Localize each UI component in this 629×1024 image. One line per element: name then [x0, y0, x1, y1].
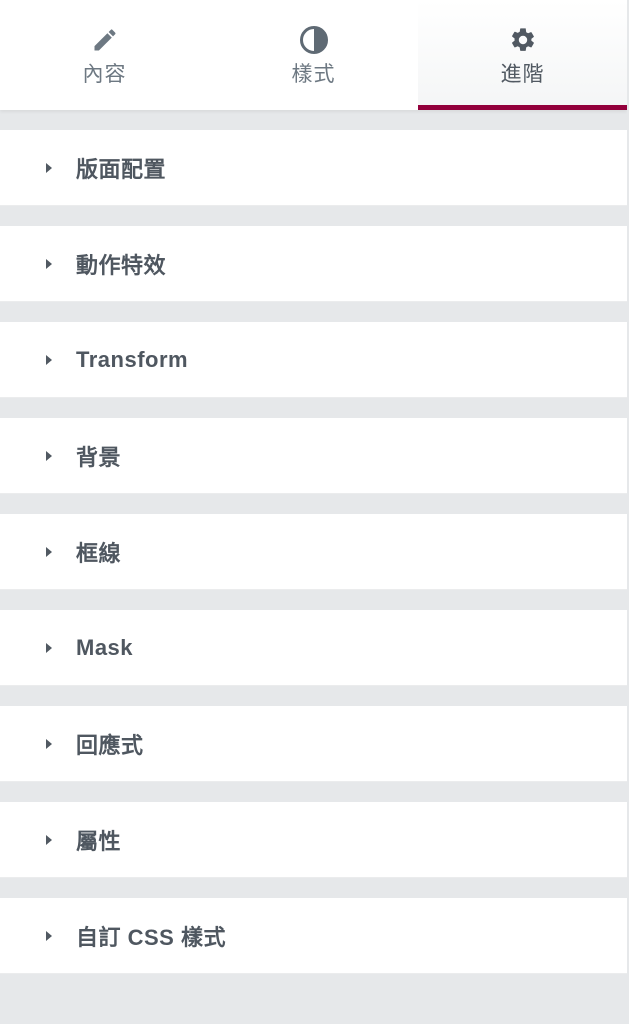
section-transform[interactable]: Transform [0, 322, 627, 398]
caret-right-icon [44, 449, 54, 463]
tab-advanced[interactable]: 進階 [418, 0, 627, 110]
section-title: 版面配置 [76, 156, 167, 182]
tab-content-label: 內容 [82, 62, 127, 86]
caret-right-icon [44, 641, 54, 655]
tab-content[interactable]: 內容 [0, 0, 209, 110]
caret-right-icon [44, 161, 54, 175]
section-title: Transform [76, 346, 189, 372]
caret-right-icon [44, 929, 54, 943]
section-title: 自訂 CSS 樣式 [76, 924, 226, 950]
half-circle-contrast-icon [299, 25, 329, 55]
advanced-sections-list: 版面配置 動作特效 Transform 背景 框線 Mask 回應式 屬性 自訂… [0, 110, 627, 974]
section-title: 回應式 [76, 732, 144, 758]
section-custom-css[interactable]: 自訂 CSS 樣式 [0, 898, 627, 974]
gear-icon [508, 25, 538, 55]
section-layout[interactable]: 版面配置 [0, 130, 627, 206]
caret-right-icon [44, 353, 54, 367]
tab-advanced-label: 進階 [500, 62, 545, 86]
pencil-icon [90, 25, 120, 55]
section-attributes[interactable]: 屬性 [0, 802, 627, 878]
caret-right-icon [44, 737, 54, 751]
section-motion-effects[interactable]: 動作特效 [0, 226, 627, 302]
section-mask[interactable]: Mask [0, 610, 627, 686]
section-background[interactable]: 背景 [0, 418, 627, 494]
tab-style[interactable]: 樣式 [209, 0, 418, 110]
caret-right-icon [44, 833, 54, 847]
tab-style-label: 樣式 [291, 62, 336, 86]
caret-right-icon [44, 257, 54, 271]
section-title: Mask [76, 634, 134, 660]
section-border[interactable]: 框線 [0, 514, 627, 590]
section-title: 背景 [76, 444, 122, 470]
section-title: 動作特效 [76, 252, 167, 278]
section-title: 屬性 [76, 828, 122, 854]
section-title: 框線 [76, 540, 122, 566]
editor-tabs: 內容 樣式 進階 [0, 0, 627, 110]
caret-right-icon [44, 545, 54, 559]
section-responsive[interactable]: 回應式 [0, 706, 627, 782]
